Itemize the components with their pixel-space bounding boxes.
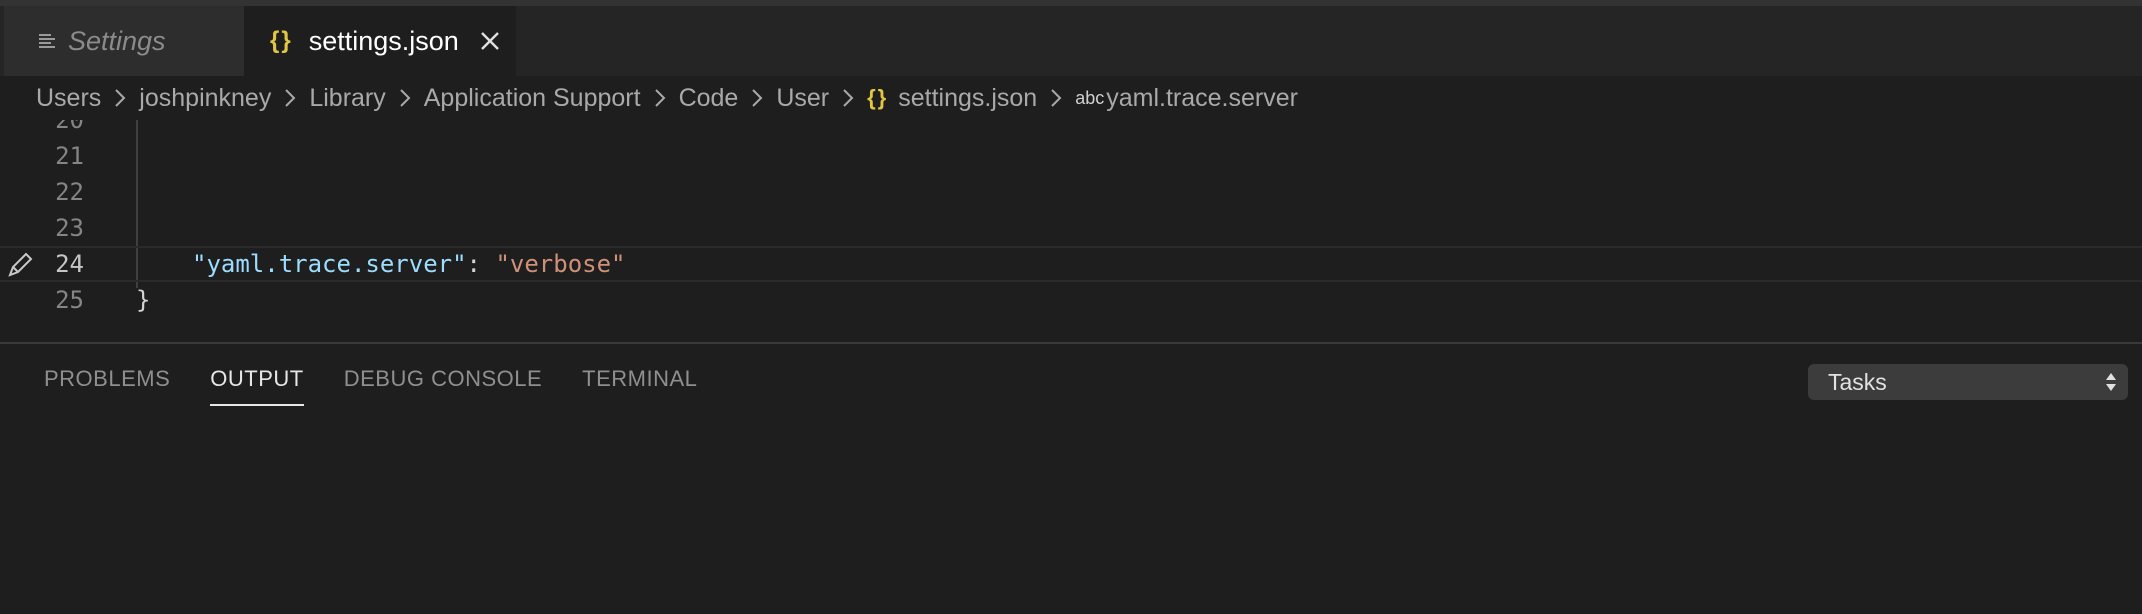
breadcrumb: Users joshpinkney Library Application Su… — [0, 76, 2142, 120]
line-number: 21 — [55, 142, 84, 170]
chevron-right-icon — [277, 85, 303, 111]
breadcrumb-file-label: settings.json — [898, 83, 1038, 112]
code-line[interactable]: 25 } — [0, 282, 2142, 318]
breadcrumb-item-code[interactable]: Code — [679, 84, 739, 113]
chevron-right-icon — [107, 85, 133, 111]
output-channel-select[interactable]: Tasks — [1808, 364, 2128, 400]
breadcrumb-symbol-label: yaml.trace.server — [1106, 83, 1298, 112]
code-line-partial: 20 — [0, 120, 2142, 138]
code-line[interactable]: 21 — [0, 138, 2142, 174]
chevron-right-icon — [744, 85, 770, 111]
menu-lines-icon — [38, 32, 56, 50]
tab-settings[interactable]: Settings — [4, 6, 244, 76]
code-line-current[interactable]: 24 "yaml.trace.server": "verbose" — [0, 246, 2142, 282]
breadcrumb-item-user[interactable]: User — [776, 84, 829, 113]
closing-brace: } — [136, 286, 151, 314]
select-arrows-icon — [2104, 370, 2118, 394]
line-number: 20 — [55, 120, 84, 134]
breadcrumb-item-symbol[interactable]: abc yaml.trace.server — [1075, 84, 1298, 113]
chevron-right-icon — [835, 85, 861, 111]
code-line[interactable]: 22 — [0, 174, 2142, 210]
json-colon: : — [466, 250, 496, 278]
chevron-right-icon — [647, 85, 673, 111]
breadcrumb-item-application-support[interactable]: Application Support — [424, 84, 641, 113]
breadcrumb-item-joshpinkney[interactable]: joshpinkney — [139, 84, 271, 113]
bottom-panel: PROBLEMS OUTPUT DEBUG CONSOLE TERMINAL T… — [0, 342, 2142, 614]
code-text: "yaml.trace.server": "verbose" — [192, 250, 626, 278]
select-value: Tasks — [1828, 368, 1887, 395]
braces-icon: {} — [867, 85, 889, 110]
breadcrumb-item-file[interactable]: {} settings.json — [867, 84, 1037, 113]
braces-icon: {} — [270, 27, 293, 54]
line-number: 23 — [55, 214, 84, 242]
code-line[interactable]: 23 — [0, 210, 2142, 246]
breadcrumb-item-library[interactable]: Library — [309, 84, 385, 113]
line-number: 24 — [55, 250, 84, 278]
chevron-right-icon — [1043, 85, 1069, 111]
tab-output[interactable]: OUTPUT — [210, 366, 304, 406]
panel-tab-bar: PROBLEMS OUTPUT DEBUG CONSOLE TERMINAL — [44, 366, 737, 406]
tab-settings-json[interactable]: {} settings.json — [244, 6, 516, 76]
chevron-right-icon — [392, 85, 418, 111]
tab-debug-console[interactable]: DEBUG CONSOLE — [344, 366, 542, 406]
tab-problems[interactable]: PROBLEMS — [44, 366, 170, 406]
line-number: 22 — [55, 178, 84, 206]
editor-tab-bar: Settings {} settings.json — [0, 6, 2142, 76]
close-icon[interactable] — [479, 30, 501, 52]
breadcrumb-item-users[interactable]: Users — [36, 84, 101, 113]
json-string-value: "verbose" — [495, 250, 626, 278]
tab-terminal[interactable]: TERMINAL — [582, 366, 697, 406]
tab-label: Settings — [68, 25, 166, 56]
tab-label: settings.json — [308, 25, 459, 56]
code-editor[interactable]: 20 21 22 23 24 "yaml.trace.server": "ver… — [0, 120, 2142, 342]
string-symbol-icon: abc — [1075, 87, 1105, 108]
vscode-window: Settings {} settings.json Users joshpink… — [0, 0, 2142, 614]
line-number: 25 — [55, 286, 84, 314]
json-key: "yaml.trace.server" — [192, 250, 467, 278]
